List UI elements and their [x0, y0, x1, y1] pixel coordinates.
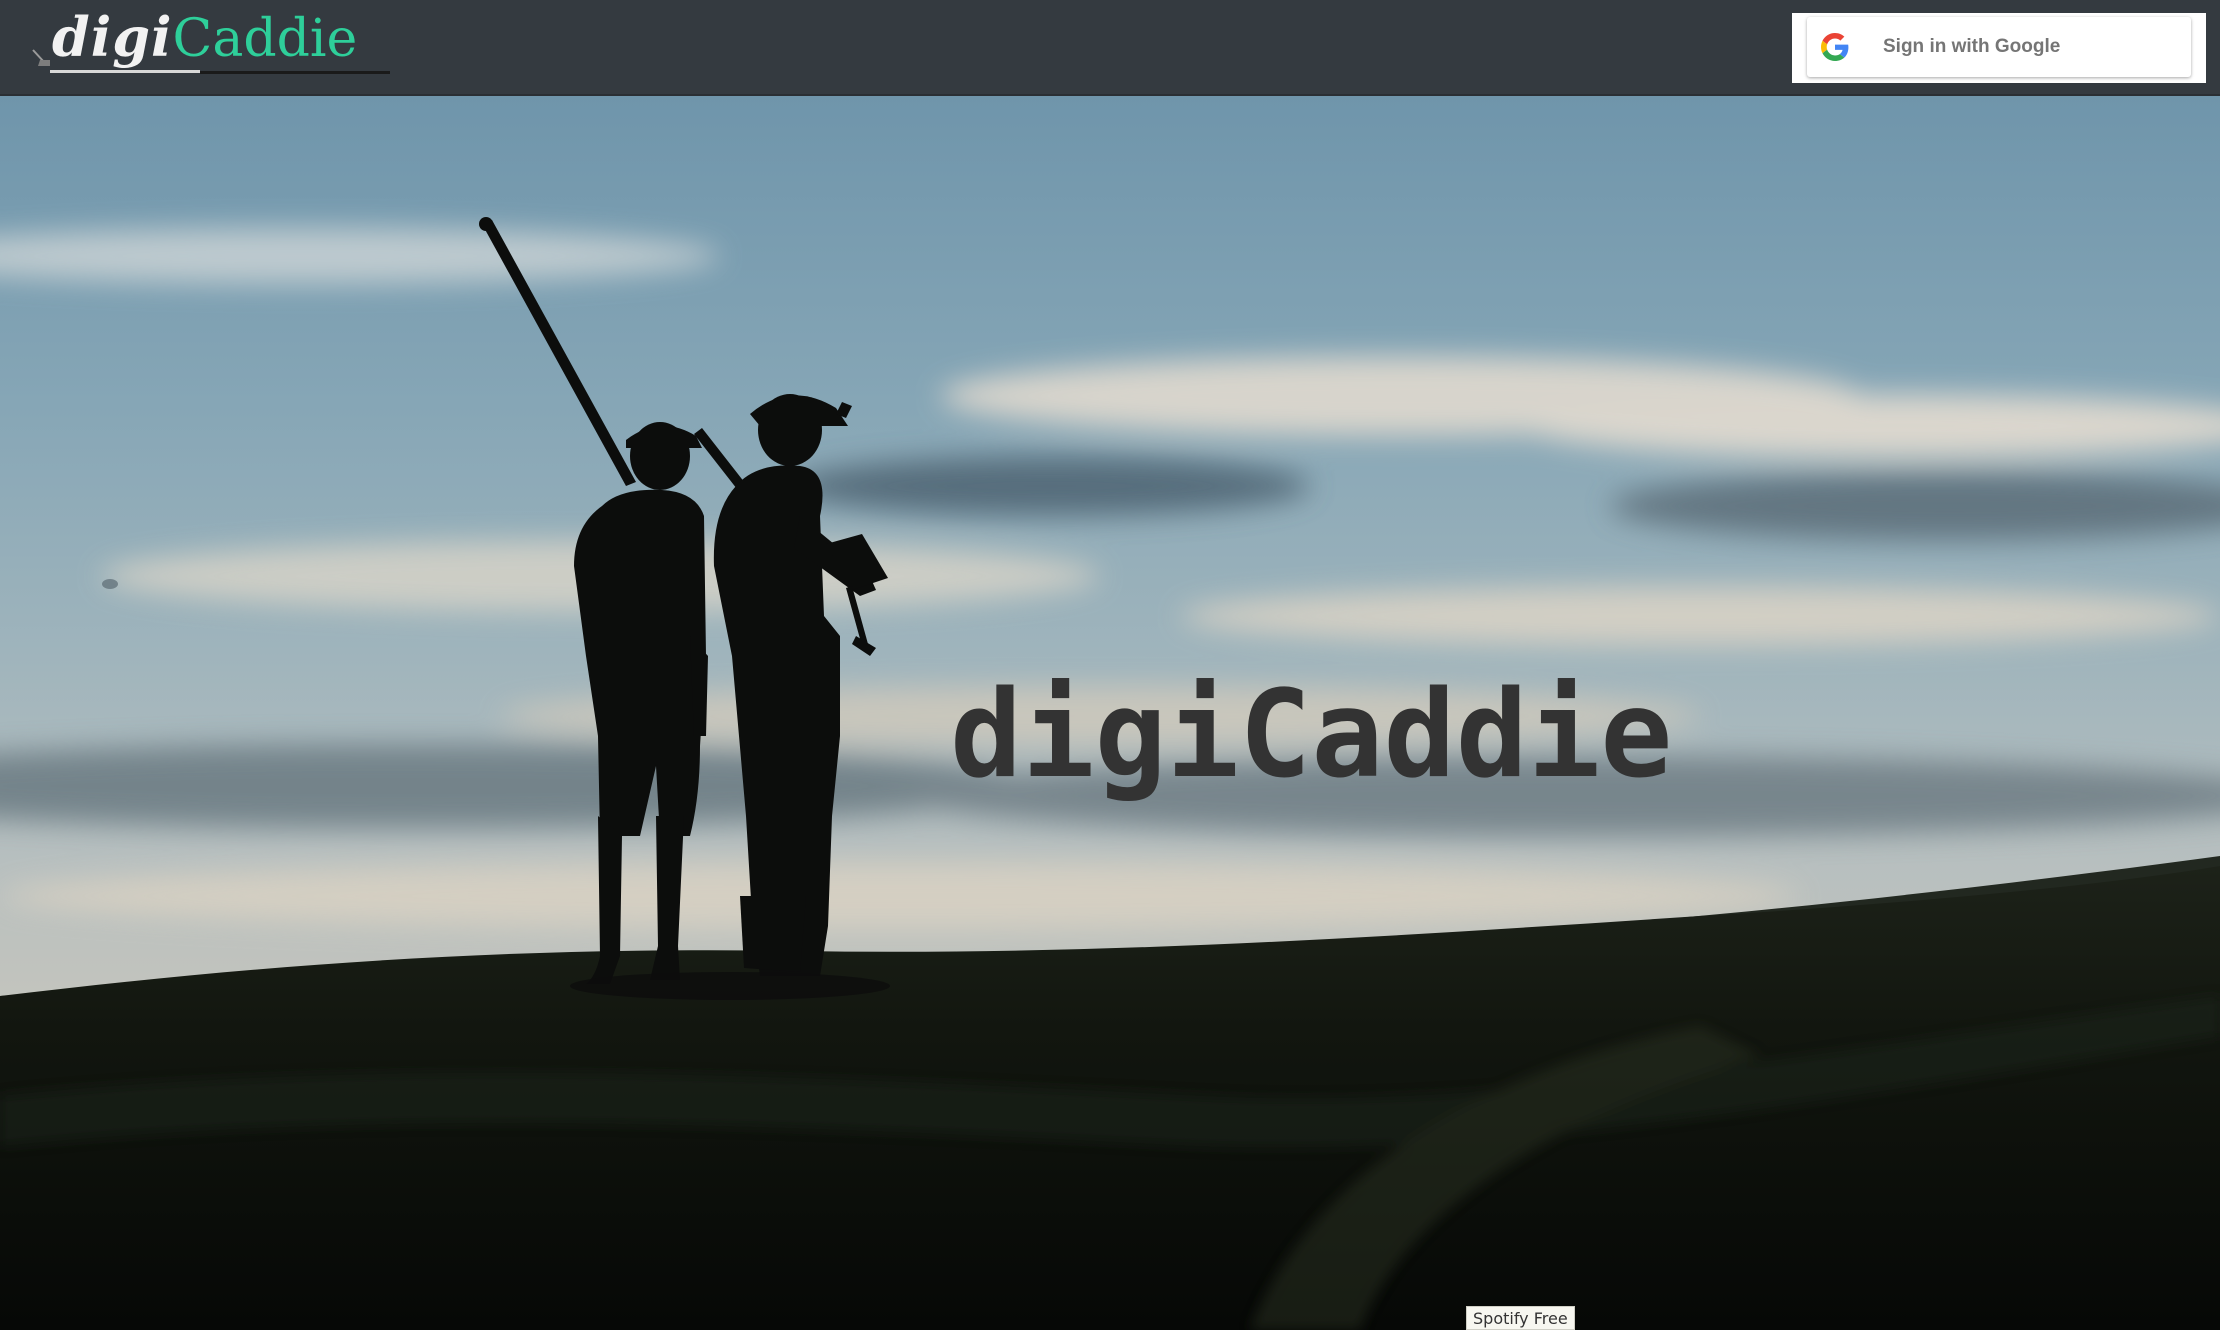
- hero-title: digiCaddie: [950, 666, 1673, 805]
- footer-tag: Spotify Free: [1466, 1306, 1575, 1330]
- brand-wordmark: digiCaddie: [52, 10, 357, 65]
- google-g-icon: [1821, 33, 1849, 61]
- brand-prefix: digi: [52, 5, 173, 69]
- google-signin-button[interactable]: Sign in with Google: [1807, 17, 2191, 77]
- brand-suffix: Caddie: [172, 9, 358, 69]
- hero-section: digiCaddie: [0, 96, 2220, 1330]
- landing-page: digiCaddie Sign in with Google digiCaddi…: [0, 0, 2220, 1330]
- golf-club-icon: [32, 49, 50, 66]
- signin-label: Sign in with Google: [1883, 36, 2061, 57]
- top-navbar: digiCaddie Sign in with Google: [0, 0, 2220, 96]
- signin-container: Sign in with Google: [1792, 13, 2206, 83]
- brand-logo[interactable]: digiCaddie: [30, 8, 410, 78]
- brand-underline: [50, 70, 390, 74]
